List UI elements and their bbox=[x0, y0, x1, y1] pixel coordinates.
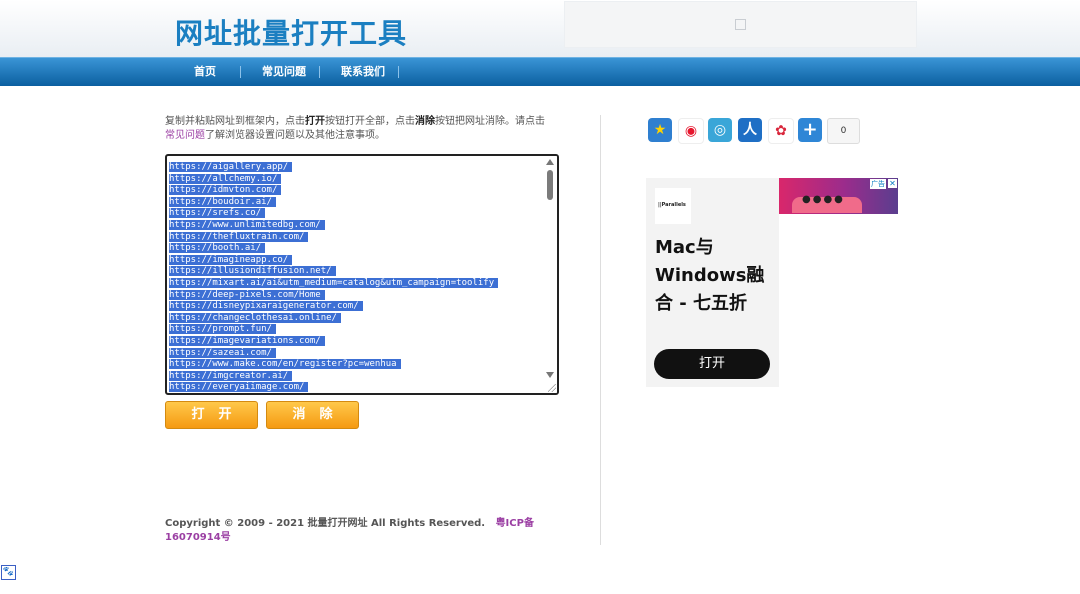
url-line: https://imagineapp.co/ bbox=[169, 251, 539, 265]
intro-clear-keyword: 消除 bbox=[415, 116, 435, 127]
weibo-icon[interactable]: ◉ bbox=[678, 118, 704, 144]
sidebar-ad[interactable]: ||Parallels Mac与Windows融合 - 七五折 打开 bbox=[646, 178, 779, 387]
copyright-text: Copyright © 2009 - 2021 批量打开网址 All Right… bbox=[165, 518, 486, 529]
tencent-weibo-icon[interactable]: ◎ bbox=[708, 118, 732, 142]
url-line: https://prompt.fun/ bbox=[169, 320, 539, 335]
url-line: https://mixart.ai/ai&utm_medium=catalog&… bbox=[169, 274, 539, 288]
intro-text: 按钮打开全部，点击 bbox=[325, 116, 415, 127]
instructions-text: 复制并粘贴网址到框架内，点击打开按钮打开全部，点击消除按钮把网址消除。请点击常见… bbox=[165, 115, 570, 143]
column-divider bbox=[600, 115, 601, 545]
textarea-scrollbar[interactable] bbox=[544, 156, 557, 393]
url-line: https://imagevariations.com/ bbox=[169, 332, 539, 346]
scroll-up-arrow-icon[interactable] bbox=[546, 159, 554, 165]
site-title[interactable]: 网址批量打开工具 bbox=[175, 12, 407, 52]
faq-link[interactable]: 常见问题 bbox=[165, 130, 205, 141]
baidu-paw-icon[interactable]: 🐾 bbox=[1, 565, 16, 580]
intro-text: 按钮把网址消除。请点击 bbox=[435, 116, 545, 127]
ad-choice-label[interactable]: 广告 bbox=[870, 179, 886, 189]
nav-item-contact[interactable]: 联系我们 bbox=[341, 58, 385, 86]
broken-image-icon: □ bbox=[735, 19, 746, 30]
header-ad-slot[interactable]: □ bbox=[564, 1, 917, 48]
resize-grip-icon[interactable] bbox=[548, 384, 556, 392]
url-line: https://disneypixaraigenerator.com/ bbox=[169, 297, 539, 312]
intro-text: 复制并粘贴网址到框架内，点击 bbox=[165, 116, 305, 127]
nav-separator bbox=[398, 66, 399, 78]
main-nav: 首页 常见问题 联系我们 bbox=[0, 57, 1080, 86]
parallels-logo: ||Parallels bbox=[658, 202, 686, 208]
kaixin-icon[interactable]: ✿ bbox=[768, 118, 794, 144]
scrollbar-thumb[interactable] bbox=[547, 170, 553, 200]
nav-item-home[interactable]: 首页 bbox=[194, 58, 216, 86]
share-count: 0 bbox=[827, 118, 860, 144]
site-header: 网址批量打开工具 □ bbox=[0, 0, 1080, 57]
open-button[interactable]: 打开 bbox=[165, 401, 258, 429]
ad-headline[interactable]: Mac与Windows融合 - 七五折 bbox=[655, 234, 777, 318]
more-share-icon[interactable]: + bbox=[798, 118, 822, 142]
url-line: https://thefluxtrain.com/ bbox=[169, 228, 539, 242]
qzone-icon[interactable]: ★ bbox=[648, 118, 672, 142]
url-line: https://illusiondiffusion.net/ bbox=[169, 262, 539, 277]
renren-icon[interactable]: 人 bbox=[738, 118, 762, 142]
ad-logo-box: ||Parallels bbox=[655, 188, 691, 224]
url-line: https://idmvton.com/ bbox=[169, 181, 539, 196]
nav-separator bbox=[319, 66, 320, 78]
footer: Copyright © 2009 - 2021 批量打开网址 All Right… bbox=[165, 517, 545, 545]
url-list: https://aigallery.app/ https://allchemy.… bbox=[169, 158, 539, 393]
url-line: https://aigallery.app/ bbox=[169, 158, 539, 172]
url-line: https://www.make.com/en/register?pc=wenh… bbox=[169, 355, 539, 370]
url-line: https://everyaiimage.com/ bbox=[169, 378, 539, 393]
url-line: https://allchemy.io/ bbox=[169, 170, 539, 184]
intro-open-keyword: 打开 bbox=[305, 116, 325, 127]
clear-button[interactable]: 消除 bbox=[266, 401, 359, 429]
url-line: https://sazeai.com/ bbox=[169, 344, 539, 358]
url-textarea[interactable]: https://aigallery.app/ https://allchemy.… bbox=[165, 154, 559, 395]
ad-close-icon[interactable]: ✕ bbox=[888, 179, 897, 188]
url-line: https://boudoir.ai/ bbox=[169, 193, 539, 207]
intro-text: 了解浏览器设置问题以及其他注意事项。 bbox=[205, 130, 385, 141]
nav-separator bbox=[240, 66, 241, 78]
ad-open-button[interactable]: 打开 bbox=[654, 349, 770, 379]
ad-dots-icon: ●●●● bbox=[802, 194, 845, 205]
url-line: https://booth.ai/ bbox=[169, 239, 539, 254]
url-line: https://srefs.co/ bbox=[169, 204, 539, 219]
nav-item-faq[interactable]: 常见问题 bbox=[262, 58, 306, 86]
ad-image[interactable]: ●●●● 广告 ✕ bbox=[779, 178, 898, 214]
url-line: https://www.unlimitedbg.com/ bbox=[169, 216, 539, 230]
scroll-down-arrow-icon[interactable] bbox=[546, 372, 554, 378]
ad-laptop-graphic: ●●●● bbox=[792, 194, 862, 213]
